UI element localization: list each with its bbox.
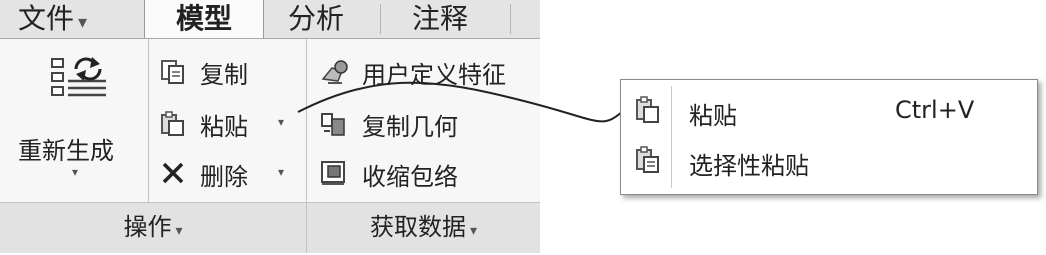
paste-icon [635,96,661,128]
paste-dropdown-menu: 粘贴 Ctrl+V 选择性粘贴 [620,79,1038,195]
menu-item-paste[interactable]: 粘贴 [689,96,737,131]
paste-special-icon [635,146,661,178]
menu-item-paste-special[interactable]: 选择性粘贴 [689,146,809,181]
menu-item-paste-shortcut: Ctrl+V [895,96,975,124]
menu-icon-column-divider [671,86,672,188]
